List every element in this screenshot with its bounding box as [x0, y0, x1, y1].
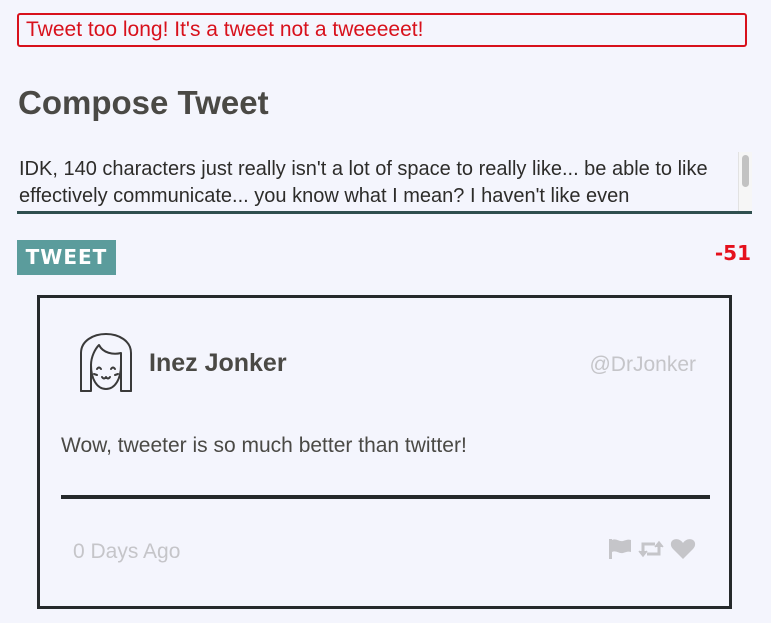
- character-counter: -51: [714, 241, 751, 265]
- flag-icon[interactable]: [608, 538, 632, 565]
- textarea-scrollbar[interactable]: [738, 152, 752, 211]
- tweet-timestamp: 0 Days Ago: [73, 540, 181, 563]
- page-title: Compose Tweet: [18, 84, 269, 121]
- user-name: Inez Jonker: [149, 349, 287, 377]
- tweet-button[interactable]: TWEET: [17, 240, 116, 275]
- tweet-compose-textarea[interactable]: IDK, 140 characters just really isn't a …: [17, 152, 752, 214]
- retweet-icon[interactable]: [638, 538, 664, 565]
- tweet-text: Wow, tweeter is so much better than twit…: [61, 434, 467, 457]
- heart-icon[interactable]: [670, 538, 696, 565]
- avatar: [77, 331, 135, 397]
- tweet-actions: [608, 538, 696, 564]
- tweet-card: Inez Jonker @DrJonker Wow, tweeter is so…: [37, 295, 732, 609]
- divider: [61, 495, 710, 499]
- scrollbar-thumb[interactable]: [742, 155, 749, 187]
- tweet-draft-text: IDK, 140 characters just really isn't a …: [19, 158, 708, 207]
- user-handle: @DrJonker: [589, 353, 696, 376]
- error-message: Tweet too long! It's a tweet not a tweee…: [17, 13, 747, 47]
